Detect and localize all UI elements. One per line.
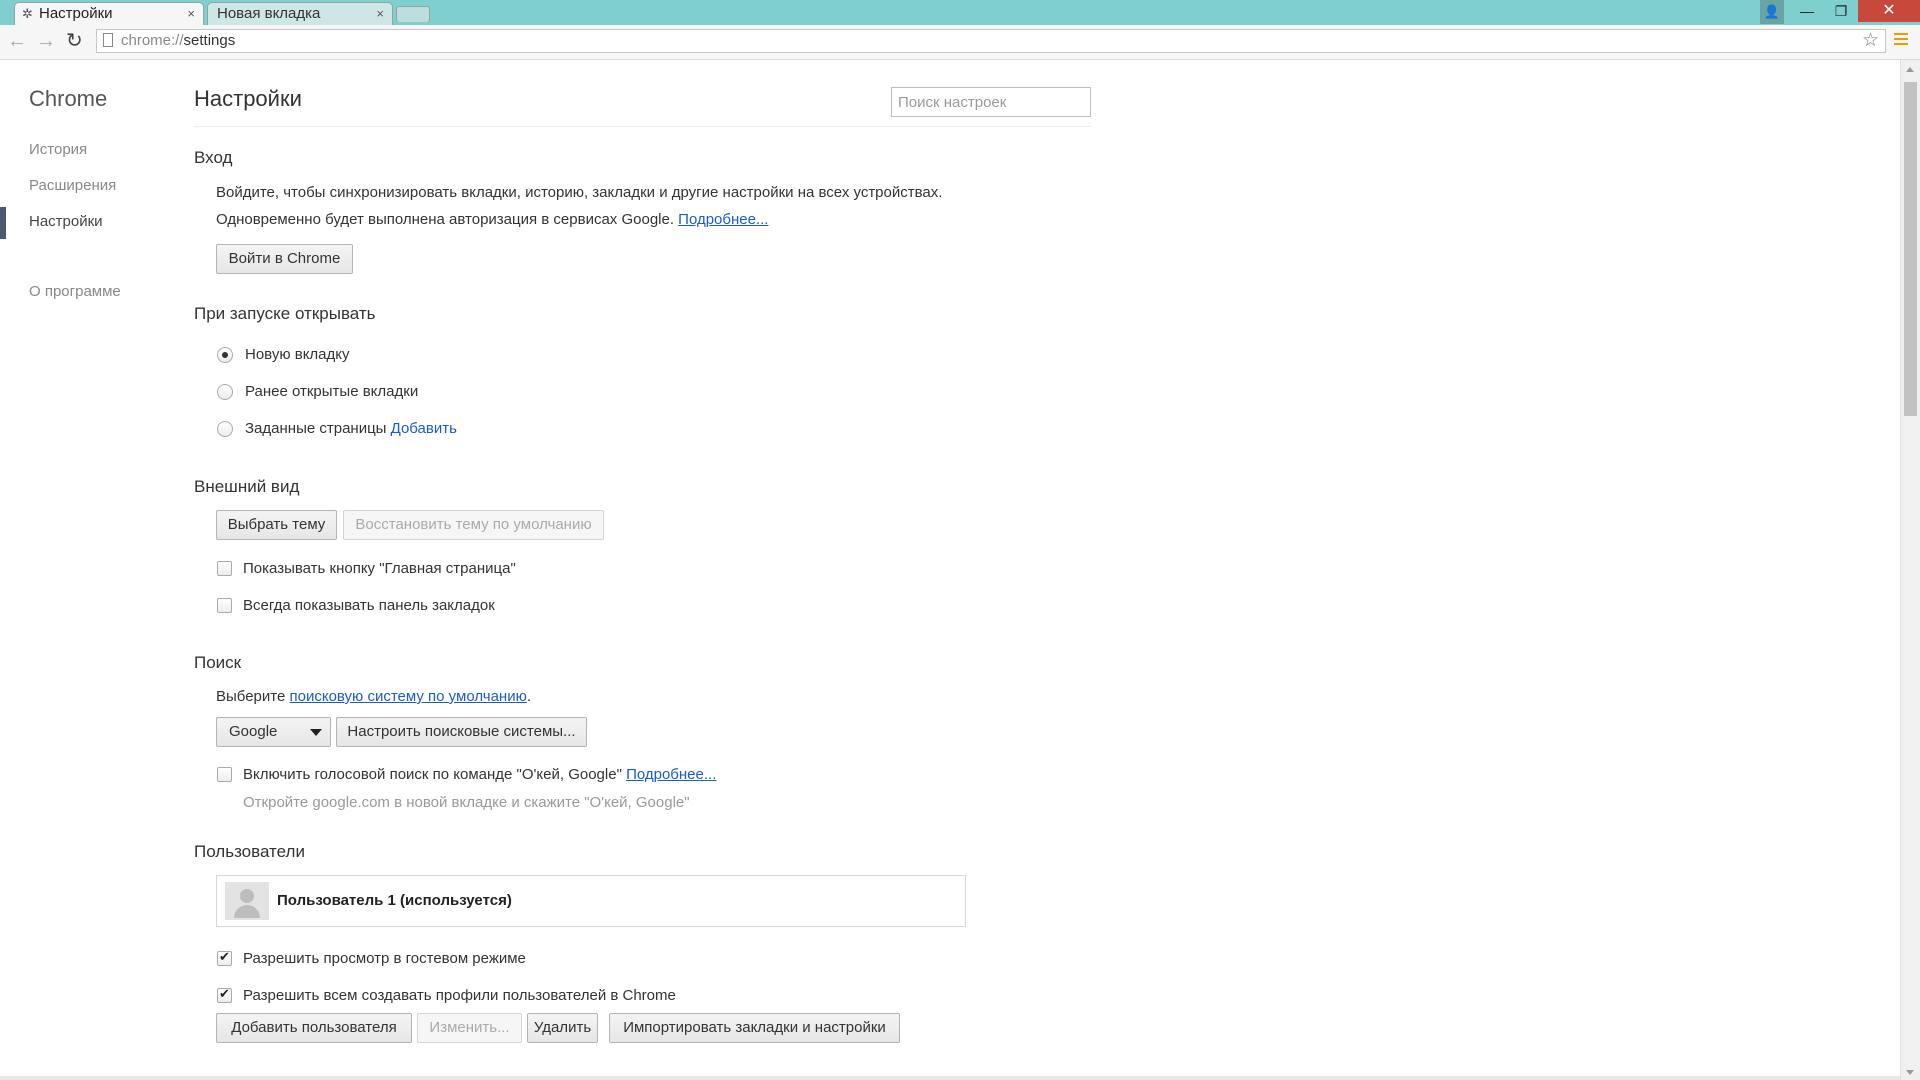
forward-arrow-icon[interactable]: → bbox=[36, 31, 56, 51]
delete-user-button[interactable]: Удалить bbox=[527, 1013, 598, 1043]
radio-new-tab[interactable] bbox=[217, 347, 233, 363]
checkbox-guest-mode[interactable] bbox=[217, 949, 232, 966]
voice-search-more-link[interactable]: Подробнее... bbox=[626, 766, 716, 783]
bottom-edge bbox=[0, 1076, 1900, 1080]
nav-item-history[interactable]: История bbox=[29, 141, 87, 158]
radio-label: Заданные страницы Добавить bbox=[245, 420, 457, 437]
voice-search-hint: Откройте google.com в новой вкладке и ск… bbox=[243, 794, 690, 811]
header-divider bbox=[194, 126, 1091, 127]
back-arrow-icon[interactable]: ← bbox=[7, 31, 27, 51]
search-settings-input[interactable] bbox=[891, 87, 1091, 117]
choose-theme-button[interactable]: Выбрать тему bbox=[216, 510, 337, 540]
tab-title: Настройки bbox=[39, 5, 113, 22]
signin-more-link[interactable]: Подробнее... bbox=[678, 211, 768, 228]
tab-close-icon[interactable]: × bbox=[187, 3, 195, 25]
profile-icon[interactable]: 👤 bbox=[1760, 0, 1784, 24]
checkbox-label: Всегда показывать панель закладок bbox=[243, 597, 495, 614]
scroll-up-icon[interactable] bbox=[1906, 67, 1914, 72]
radio-label: Ранее открытые вкладки bbox=[245, 383, 419, 400]
section-title-appearance: Внешний вид bbox=[194, 477, 300, 496]
section-title-startup: При запуске открывать bbox=[194, 304, 376, 323]
avatar bbox=[225, 882, 269, 920]
window-close-icon[interactable]: ✕ bbox=[1858, 0, 1920, 22]
scrollbar-thumb[interactable] bbox=[1904, 82, 1917, 416]
browser-toolbar: ← → ↻ chrome://settings ☆ bbox=[0, 25, 1920, 60]
new-tab-button[interactable] bbox=[396, 6, 430, 22]
checkbox-label: Разрешить просмотр в гостевом режиме bbox=[243, 950, 526, 967]
title-bar: ✲ Настройки × Новая вкладка × 👤 — ❐ ✕ bbox=[0, 0, 1920, 25]
reload-icon[interactable]: ↻ bbox=[66, 31, 83, 51]
section-title-search: Поиск bbox=[194, 653, 242, 672]
nav-title: Chrome bbox=[29, 86, 108, 111]
page-icon bbox=[103, 33, 113, 47]
checkbox-show-bookmarks[interactable] bbox=[217, 598, 232, 613]
checkbox-voice-search[interactable] bbox=[217, 767, 232, 782]
signin-button[interactable]: Войти в Chrome bbox=[216, 244, 353, 274]
checkbox-label: Включить голосовой поиск по команде "О'к… bbox=[243, 766, 717, 783]
search-engine-value: Google bbox=[229, 723, 278, 740]
search-engine-description: Выберите поисковую систему по умолчанию. bbox=[216, 688, 531, 705]
bookmark-star-icon[interactable]: ☆ bbox=[1862, 30, 1879, 52]
import-bookmarks-button[interactable]: Импортировать закладки и настройки bbox=[609, 1013, 900, 1043]
avatar-head bbox=[240, 889, 254, 903]
nav-active-indicator bbox=[0, 207, 6, 239]
avatar-body bbox=[234, 905, 260, 918]
page-title: Настройки bbox=[194, 86, 302, 111]
address-bar[interactable]: chrome://settings ☆ bbox=[96, 29, 1886, 53]
nav-item-about[interactable]: О программе bbox=[29, 283, 121, 300]
dropdown-arrow-icon bbox=[310, 729, 322, 736]
add-pages-link[interactable]: Добавить bbox=[391, 420, 457, 437]
radio-previous-tabs[interactable] bbox=[217, 384, 233, 400]
add-user-button[interactable]: Добавить пользователя bbox=[216, 1013, 412, 1043]
signin-google-note: Одновременно будет выполнена авторизация… bbox=[216, 211, 769, 228]
default-engine-link[interactable]: поисковую систему по умолчанию bbox=[290, 688, 527, 705]
nav-item-extensions[interactable]: Расширения bbox=[29, 177, 116, 194]
radio-label: Новую вкладку bbox=[245, 346, 350, 363]
checkbox-show-home[interactable] bbox=[217, 561, 232, 576]
radio-specific-pages[interactable] bbox=[217, 421, 233, 437]
url-text[interactable]: chrome://settings bbox=[121, 32, 235, 49]
nav-item-settings[interactable]: Настройки bbox=[29, 213, 103, 230]
reset-theme-button[interactable]: Восстановить тему по умолчанию bbox=[343, 510, 604, 540]
checkbox-label: Показывать кнопку "Главная страница" bbox=[243, 560, 516, 577]
tab-settings[interactable]: ✲ Настройки × bbox=[14, 2, 204, 25]
maximize-icon[interactable]: ❐ bbox=[1824, 0, 1858, 22]
checkbox-anyone-add-user[interactable] bbox=[217, 986, 232, 1003]
tab-title: Новая вкладка bbox=[217, 5, 321, 22]
tab-close-icon[interactable]: × bbox=[376, 3, 384, 25]
scroll-down-icon[interactable] bbox=[1906, 1070, 1914, 1075]
search-engine-select[interactable]: Google bbox=[216, 717, 331, 747]
user-list-item[interactable]: Пользователь 1 (используется) bbox=[216, 875, 966, 927]
tab-new-tab[interactable]: Новая вкладка × bbox=[207, 2, 393, 25]
edit-user-button[interactable]: Изменить... bbox=[417, 1013, 522, 1043]
menu-icon[interactable] bbox=[1894, 33, 1908, 48]
minimize-icon[interactable]: — bbox=[1790, 0, 1824, 22]
checkbox-label: Разрешить всем создавать профили пользов… bbox=[243, 987, 676, 1004]
user-name: Пользователь 1 (используется) bbox=[277, 892, 512, 909]
page-scrollbar[interactable] bbox=[1900, 60, 1920, 1080]
gear-icon: ✲ bbox=[22, 6, 33, 21]
section-title-signin: Вход bbox=[194, 148, 233, 167]
signin-description: Войдите, чтобы синхронизировать вкладки,… bbox=[216, 184, 943, 201]
section-title-users: Пользователи bbox=[194, 842, 305, 861]
manage-search-engines-button[interactable]: Настроить поисковые системы... bbox=[336, 717, 587, 747]
